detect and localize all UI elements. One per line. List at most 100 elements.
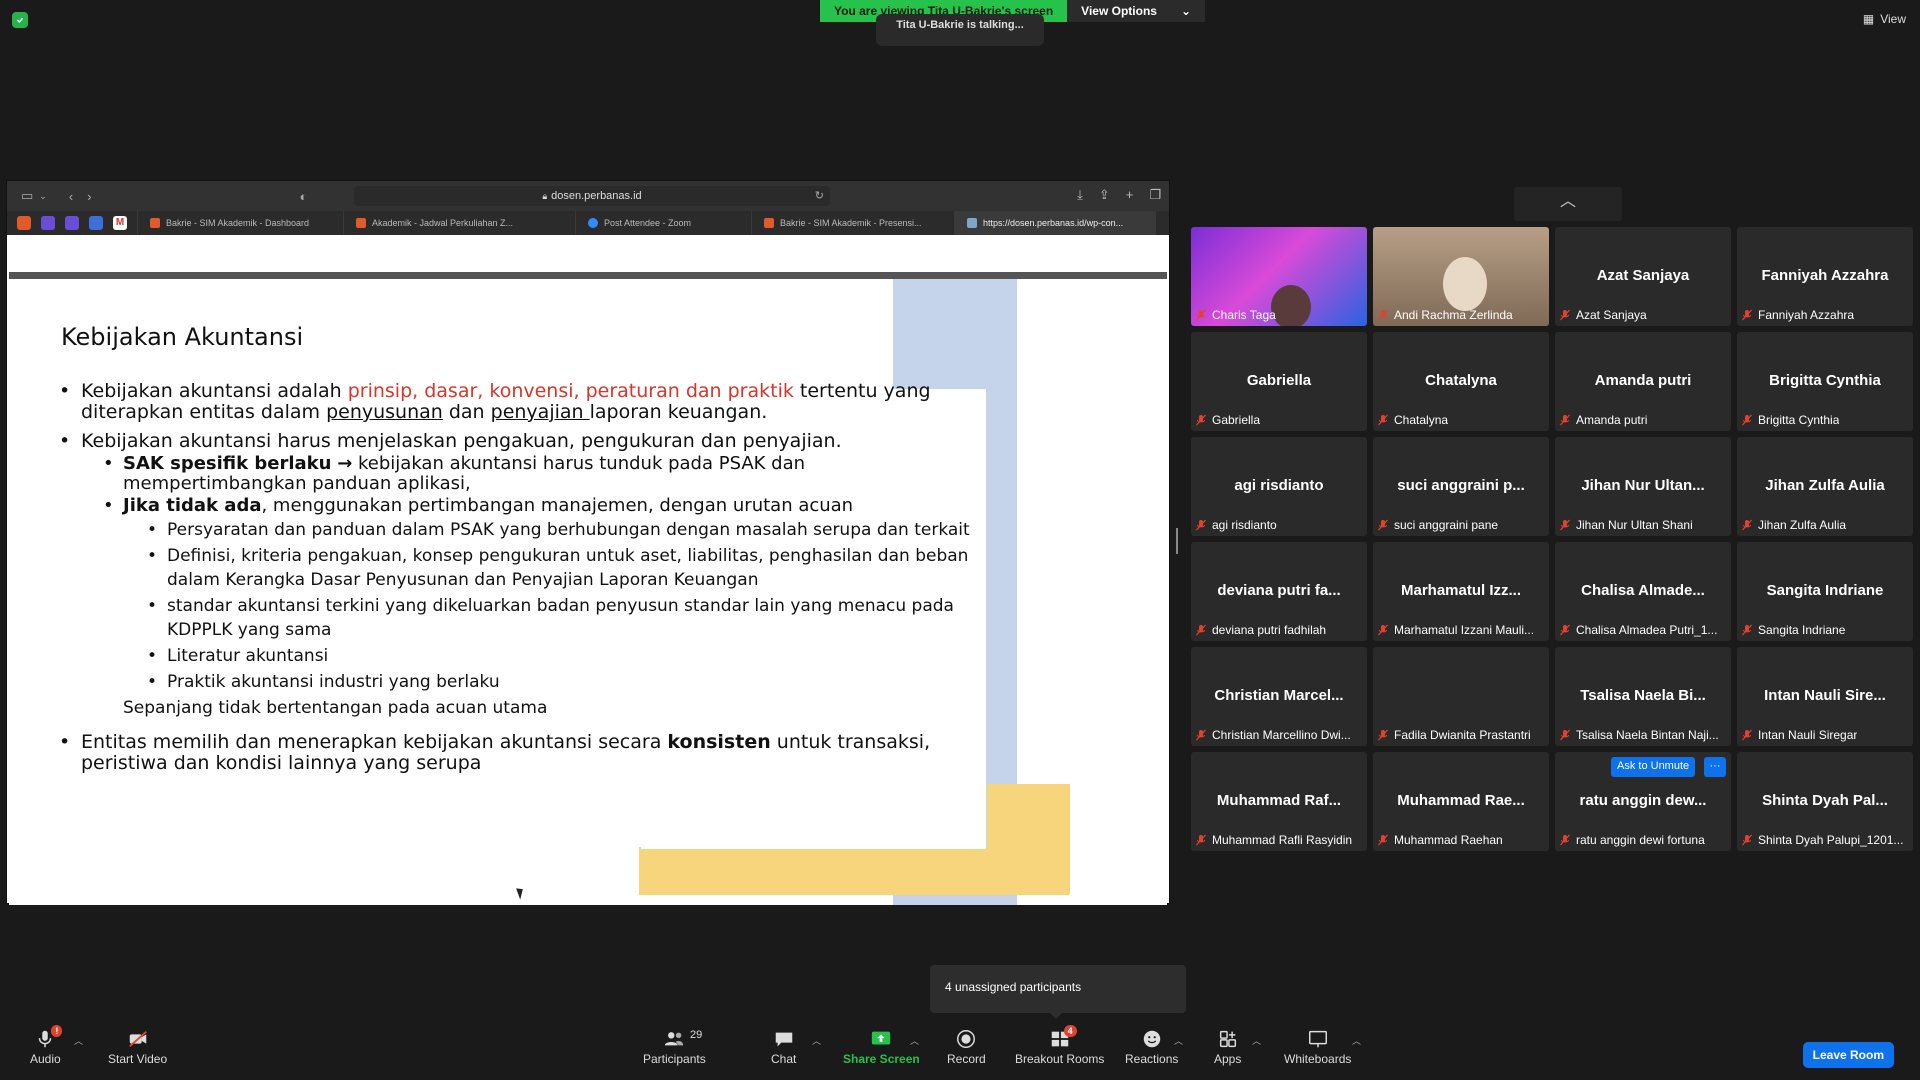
share-screen-button[interactable]: Share Screen (843, 1026, 920, 1066)
record-button[interactable]: Record (947, 1026, 986, 1066)
shield-icon[interactable] (12, 12, 28, 28)
chevron-up-icon[interactable]: ︿ (910, 1034, 919, 1047)
privacy-shield-icon[interactable]: ◐ (300, 189, 308, 204)
participant-tile[interactable]: Marhamatul Izz... Marhamatul Izzani Mauli… (1373, 542, 1549, 641)
gmail-icon[interactable]: M (113, 216, 127, 230)
pinned-tab-icon[interactable] (65, 216, 79, 230)
grid-view-icon: ▦ (1862, 12, 1875, 26)
participant-tile[interactable]: Jihan Nur Ultan... Jihan Nur Ultan Shani (1555, 437, 1731, 536)
participant-tile[interactable]: Chalisa Almade... Chalisa Almadea Putri_1… (1555, 542, 1731, 641)
participant-tile[interactable]: Jihan Zulfa Aulia Jihan Zulfa Aulia (1737, 437, 1913, 536)
reload-icon[interactable]: ↻ (815, 189, 824, 202)
ask-to-unmute-button[interactable]: Ask to Unmute (1611, 757, 1696, 777)
reactions-button[interactable]: Reactions (1125, 1026, 1178, 1066)
chevron-down-icon[interactable]: ⌄ (39, 191, 47, 202)
chevron-up-icon[interactable]: ︿ (1252, 1034, 1261, 1047)
participant-display-name: deviana putri fa... (1217, 582, 1341, 599)
participant-name-label: Christian Marcellino Dwi... (1195, 728, 1351, 742)
leave-room-button[interactable]: Leave Room (1802, 1042, 1894, 1068)
participant-tile[interactable]: Muhammad Raf... Muhammad Rafli Rasyidin (1191, 752, 1367, 851)
sub-sub-bullet: Praktik akuntansi industri yang berlaku (147, 670, 989, 694)
chevron-up-icon[interactable]: ︿ (1514, 187, 1622, 221)
breakout-rooms-button[interactable]: 4 Breakout Rooms (1015, 1025, 1104, 1066)
participants-label: Participants (643, 1052, 706, 1066)
participant-display-name: Amanda putri (1594, 372, 1692, 389)
pinned-tab-icon[interactable] (41, 216, 55, 230)
bullet-point: Entitas memilih dan menerapkan kebijakan… (59, 732, 989, 774)
apps-button[interactable]: Apps (1214, 1026, 1241, 1066)
share-icon[interactable]: ⇪ (1099, 187, 1110, 203)
camera-off-icon (127, 1026, 149, 1052)
participant-tile[interactable]: agi risdianto agi risdianto (1191, 437, 1367, 536)
participant-tile[interactable]: Tsalisa Naela Bi... Tsalisa Naela Bintan … (1555, 647, 1731, 746)
more-options-button[interactable]: ··· (1704, 757, 1726, 777)
participant-display-name: Sangita Indriane (1766, 582, 1884, 599)
chevron-up-icon[interactable]: ︿ (1352, 1034, 1361, 1047)
forward-icon[interactable]: › (87, 189, 91, 204)
talking-indicator: Tita U-Bakrie is talking... (876, 14, 1044, 46)
participant-tile[interactable]: Christian Marcel... Christian Marcellino … (1191, 647, 1367, 746)
participant-name-label: Andi Rachma Zerlinda (1377, 308, 1513, 322)
chevron-up-icon[interactable]: ︿ (74, 1034, 83, 1047)
participant-name-label: deviana putri fadhilah (1195, 623, 1326, 637)
participant-tile[interactable]: Gabriella Gabriella (1191, 332, 1367, 431)
participant-tile[interactable]: deviana putri fa... deviana putri fadhila… (1191, 542, 1367, 641)
cursor-icon (516, 886, 526, 900)
browser-tabs: M Bakrie - SIM Akademik - Dashboard Akad… (7, 211, 1169, 235)
participant-tile[interactable]: Intan Nauli Sire... Intan Nauli Siregar (1737, 647, 1913, 746)
browser-tab[interactable]: Akademik - Jadwal Perkuliahan Z... (343, 211, 575, 235)
participant-tile[interactable]: Brigitta Cynthia Brigitta Cynthia (1737, 332, 1913, 431)
participant-tile[interactable]: Charis Taga (1191, 227, 1367, 326)
participant-name: Amanda putri (1576, 413, 1648, 427)
participant-display-name: Muhammad Rae... (1397, 792, 1525, 809)
pinned-tab-icon[interactable] (17, 216, 31, 230)
view-button[interactable]: ▦ View (1863, 12, 1906, 26)
whiteboards-button[interactable]: Whiteboards (1284, 1026, 1351, 1066)
address-bar[interactable]: 🔒︎ dosen.perbanas.id ↻ (354, 186, 830, 206)
tab-label: https://dosen.perbanas.id/wp-con... (983, 218, 1124, 228)
chevron-up-icon[interactable]: ︿ (1174, 1034, 1183, 1047)
mic-muted-icon (1559, 309, 1571, 321)
participant-tile[interactable]: Andi Rachma Zerlinda (1373, 227, 1549, 326)
audio-button[interactable]: ! Audio (30, 1025, 63, 1066)
participant-name-label: Chatalyna (1377, 413, 1448, 427)
view-options-button[interactable]: View Options ⌄ (1067, 0, 1206, 22)
sidebar-toggle-icon[interactable]: ▭ (21, 188, 33, 204)
participant-tile[interactable]: Shinta Dyah Pal... Shinta Dyah Palupi_120… (1737, 752, 1913, 851)
participant-tile[interactable]: Azat Sanjaya Azat Sanjaya (1555, 227, 1731, 326)
start-video-button[interactable]: Start Video (108, 1026, 167, 1066)
site-icon (967, 218, 977, 228)
participant-tile[interactable]: Chatalyna Chatalyna (1373, 332, 1549, 431)
participant-tile[interactable]: suci anggraini p... suci anggraini pane (1373, 437, 1549, 536)
participant-name-label: Sangita Indriane (1741, 623, 1845, 637)
browser-tab[interactable]: Post Attendee - Zoom (575, 211, 751, 235)
browser-tab[interactable]: Bakrie - SIM Akademik - Presensi... (751, 211, 954, 235)
participant-tile[interactable]: Amanda putri Amanda putri (1555, 332, 1731, 431)
panel-resize-handle[interactable] (1176, 528, 1178, 554)
participant-name: Azat Sanjaya (1576, 308, 1647, 322)
new-tab-icon[interactable]: + (1126, 187, 1134, 203)
chevron-up-icon[interactable]: ︿ (812, 1034, 821, 1047)
browser-toolbar: ▭ ⌄ ‹ › ◐ 🔒︎ dosen.perbanas.id ↻ ⤓ ⇪ + ❐ (7, 181, 1169, 211)
apps-icon (1217, 1026, 1239, 1052)
tab-label: Akademik - Jadwal Perkuliahan Z... (372, 218, 514, 228)
tab-overview-icon[interactable]: ❐ (1149, 187, 1161, 203)
apps-label: Apps (1214, 1052, 1242, 1066)
breakout-rooms-icon: 4 (1049, 1025, 1077, 1052)
participant-tile[interactable]: Sangita Indriane Sangita Indriane (1737, 542, 1913, 641)
participant-name: suci anggraini pane (1394, 518, 1499, 532)
pinned-tab-icon[interactable] (89, 216, 103, 230)
mic-muted-icon (1195, 309, 1207, 321)
download-icon[interactable]: ⤓ (1077, 187, 1083, 203)
zoom-window: You are viewing Tita U-Bakrie's screen V… (0, 0, 1920, 1080)
chat-button[interactable]: Chat (771, 1026, 796, 1066)
site-icon (764, 218, 774, 228)
back-icon[interactable]: ‹ (69, 189, 73, 204)
participant-tile[interactable]: Fadila Dwianita Prastantri (1373, 647, 1549, 746)
browser-tab[interactable]: Bakrie - SIM Akademik - Dashboard (137, 211, 343, 235)
participant-tile[interactable]: Muhammad Rae... Muhammad Raehan (1373, 752, 1549, 851)
mic-muted-icon (1559, 519, 1571, 531)
participant-tile[interactable]: Fanniyah Azzahra Fanniyah Azzahra (1737, 227, 1913, 326)
browser-tab-active[interactable]: https://dosen.perbanas.id/wp-con... (954, 211, 1156, 235)
participant-display-name: Jihan Zulfa Aulia (1765, 477, 1885, 494)
